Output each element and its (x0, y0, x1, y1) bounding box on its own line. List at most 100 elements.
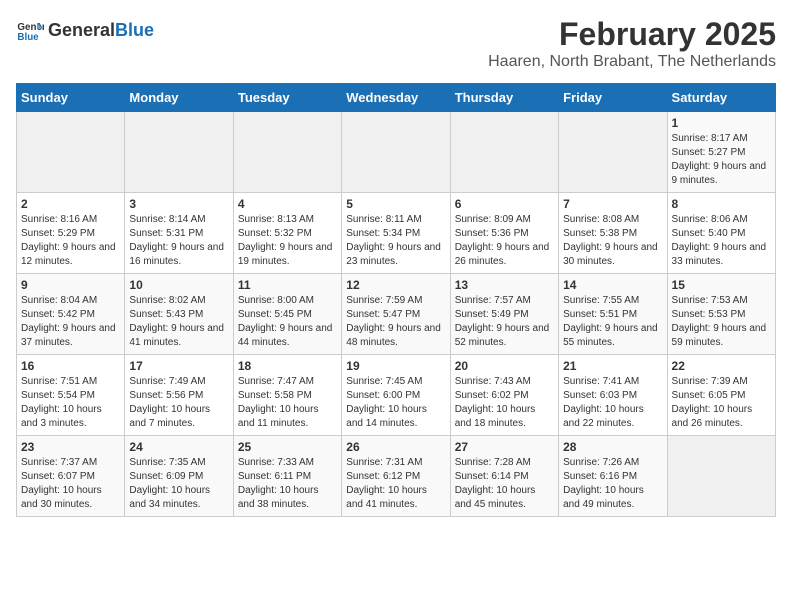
day-cell: 25 Sunrise: 7:33 AM Sunset: 6:11 PM Dayli… (233, 436, 341, 517)
day-info: Sunrise: 7:33 AM Sunset: 6:11 PM Dayligh… (238, 456, 337, 512)
day-info: Sunrise: 7:28 AM Sunset: 6:14 PM Dayligh… (455, 456, 554, 512)
day-cell: 3 Sunrise: 8:14 AM Sunset: 5:31 PM Daylig… (125, 193, 233, 274)
day-cell: 9 Sunrise: 8:04 AM Sunset: 5:42 PM Daylig… (17, 274, 125, 355)
day-info: Sunrise: 7:55 AM Sunset: 5:51 PM Dayligh… (563, 294, 662, 350)
day-cell: 15Sunrise: 7:53 AM Sunset: 5:53 PM Dayli… (667, 274, 775, 355)
day-cell (450, 112, 558, 193)
day-cell: 2 Sunrise: 8:16 AM Sunset: 5:29 PM Daylig… (17, 193, 125, 274)
day-number: 12 (346, 278, 445, 292)
day-cell: 19 Sunrise: 7:45 AM Sunset: 6:00 PM Dayli… (342, 355, 450, 436)
svg-text:Blue: Blue (17, 32, 39, 43)
day-cell: 27 Sunrise: 7:28 AM Sunset: 6:14 PM Dayli… (450, 436, 558, 517)
day-info: Sunrise: 8:11 AM Sunset: 5:34 PM Dayligh… (346, 213, 445, 269)
location: Haaren, North Brabant, The Netherlands (488, 53, 776, 71)
week-row-2: 2 Sunrise: 8:16 AM Sunset: 5:29 PM Daylig… (17, 193, 776, 274)
day-number: 7 (563, 197, 662, 211)
day-cell: 4 Sunrise: 8:13 AM Sunset: 5:32 PM Daylig… (233, 193, 341, 274)
day-cell (342, 112, 450, 193)
day-cell: 23 Sunrise: 7:37 AM Sunset: 6:07 PM Dayli… (17, 436, 125, 517)
day-cell (559, 112, 667, 193)
day-cell: 17Sunrise: 7:49 AM Sunset: 5:56 PM Dayli… (125, 355, 233, 436)
day-cell: 22Sunrise: 7:39 AM Sunset: 6:05 PM Dayli… (667, 355, 775, 436)
week-row-3: 9 Sunrise: 8:04 AM Sunset: 5:42 PM Daylig… (17, 274, 776, 355)
header: General Blue GeneralBlue February 2025 H… (16, 16, 776, 71)
day-info: Sunrise: 7:57 AM Sunset: 5:49 PM Dayligh… (455, 294, 554, 350)
logo: General Blue GeneralBlue (16, 16, 154, 44)
day-number: 14 (563, 278, 662, 292)
day-number: 10 (129, 278, 228, 292)
day-number: 19 (346, 359, 445, 373)
day-cell: 14 Sunrise: 7:55 AM Sunset: 5:51 PM Dayli… (559, 274, 667, 355)
day-cell: 10 Sunrise: 8:02 AM Sunset: 5:43 PM Dayli… (125, 274, 233, 355)
day-number: 11 (238, 278, 337, 292)
day-info: Sunrise: 8:08 AM Sunset: 5:38 PM Dayligh… (563, 213, 662, 269)
day-info: Sunrise: 7:59 AM Sunset: 5:47 PM Dayligh… (346, 294, 445, 350)
day-info: Sunrise: 7:51 AM Sunset: 5:54 PM Dayligh… (21, 375, 120, 431)
month-year: February 2025 (488, 16, 776, 53)
day-info: Sunrise: 8:17 AM Sunset: 5:27 PM Dayligh… (672, 132, 771, 188)
day-info: Sunrise: 8:00 AM Sunset: 5:45 PM Dayligh… (238, 294, 337, 350)
day-cell: 28Sunrise: 7:26 AM Sunset: 6:16 PM Dayli… (559, 436, 667, 517)
day-cell: 6Sunrise: 8:09 AM Sunset: 5:36 PM Daylig… (450, 193, 558, 274)
day-info: Sunrise: 7:43 AM Sunset: 6:02 PM Dayligh… (455, 375, 554, 431)
day-cell: 26Sunrise: 7:31 AM Sunset: 6:12 PM Dayli… (342, 436, 450, 517)
day-cell: 18 Sunrise: 7:47 AM Sunset: 5:58 PM Dayli… (233, 355, 341, 436)
day-number: 24 (129, 440, 228, 454)
calendar: SundayMondayTuesdayWednesdayThursdayFrid… (16, 83, 776, 517)
day-info: Sunrise: 8:04 AM Sunset: 5:42 PM Dayligh… (21, 294, 120, 350)
day-info: Sunrise: 7:37 AM Sunset: 6:07 PM Dayligh… (21, 456, 120, 512)
logo-text-blue: Blue (115, 20, 154, 41)
day-number: 2 (21, 197, 120, 211)
title-area: February 2025 Haaren, North Brabant, The… (488, 16, 776, 71)
day-info: Sunrise: 8:02 AM Sunset: 5:43 PM Dayligh… (129, 294, 228, 350)
day-cell (17, 112, 125, 193)
day-info: Sunrise: 8:16 AM Sunset: 5:29 PM Dayligh… (21, 213, 120, 269)
day-number: 3 (129, 197, 228, 211)
day-cell: 20 Sunrise: 7:43 AM Sunset: 6:02 PM Dayli… (450, 355, 558, 436)
day-info: Sunrise: 7:45 AM Sunset: 6:00 PM Dayligh… (346, 375, 445, 431)
weekday-header-saturday: Saturday (667, 84, 775, 112)
day-cell: 8 Sunrise: 8:06 AM Sunset: 5:40 PM Daylig… (667, 193, 775, 274)
day-info: Sunrise: 8:14 AM Sunset: 5:31 PM Dayligh… (129, 213, 228, 269)
day-info: Sunrise: 7:31 AM Sunset: 6:12 PM Dayligh… (346, 456, 445, 512)
weekday-header-row: SundayMondayTuesdayWednesdayThursdayFrid… (17, 84, 776, 112)
day-number: 27 (455, 440, 554, 454)
day-info: Sunrise: 7:26 AM Sunset: 6:16 PM Dayligh… (563, 456, 662, 512)
day-cell: 13Sunrise: 7:57 AM Sunset: 5:49 PM Dayli… (450, 274, 558, 355)
day-number: 20 (455, 359, 554, 373)
day-number: 1 (672, 116, 771, 130)
day-number: 18 (238, 359, 337, 373)
day-number: 8 (672, 197, 771, 211)
day-cell: 24 Sunrise: 7:35 AM Sunset: 6:09 PM Dayli… (125, 436, 233, 517)
day-number: 5 (346, 197, 445, 211)
week-row-5: 23 Sunrise: 7:37 AM Sunset: 6:07 PM Dayli… (17, 436, 776, 517)
day-info: Sunrise: 7:53 AM Sunset: 5:53 PM Dayligh… (672, 294, 771, 350)
day-cell (233, 112, 341, 193)
day-info: Sunrise: 7:47 AM Sunset: 5:58 PM Dayligh… (238, 375, 337, 431)
day-cell: 11 Sunrise: 8:00 AM Sunset: 5:45 PM Dayli… (233, 274, 341, 355)
day-cell: 12 Sunrise: 7:59 AM Sunset: 5:47 PM Dayli… (342, 274, 450, 355)
day-info: Sunrise: 8:06 AM Sunset: 5:40 PM Dayligh… (672, 213, 771, 269)
day-cell: 16 Sunrise: 7:51 AM Sunset: 5:54 PM Dayli… (17, 355, 125, 436)
week-row-1: 1 Sunrise: 8:17 AM Sunset: 5:27 PM Daylig… (17, 112, 776, 193)
day-number: 23 (21, 440, 120, 454)
day-number: 16 (21, 359, 120, 373)
weekday-header-friday: Friday (559, 84, 667, 112)
weekday-header-thursday: Thursday (450, 84, 558, 112)
day-cell: 5 Sunrise: 8:11 AM Sunset: 5:34 PM Daylig… (342, 193, 450, 274)
day-info: Sunrise: 8:09 AM Sunset: 5:36 PM Dayligh… (455, 213, 554, 269)
week-row-4: 16 Sunrise: 7:51 AM Sunset: 5:54 PM Dayli… (17, 355, 776, 436)
day-cell: 21 Sunrise: 7:41 AM Sunset: 6:03 PM Dayli… (559, 355, 667, 436)
day-info: Sunrise: 7:35 AM Sunset: 6:09 PM Dayligh… (129, 456, 228, 512)
day-info: Sunrise: 7:41 AM Sunset: 6:03 PM Dayligh… (563, 375, 662, 431)
day-cell (125, 112, 233, 193)
day-number: 9 (21, 278, 120, 292)
day-number: 17 (129, 359, 228, 373)
logo-text-general: General (48, 20, 115, 41)
day-info: Sunrise: 8:13 AM Sunset: 5:32 PM Dayligh… (238, 213, 337, 269)
day-cell (667, 436, 775, 517)
day-number: 4 (238, 197, 337, 211)
day-number: 21 (563, 359, 662, 373)
day-number: 25 (238, 440, 337, 454)
day-number: 22 (672, 359, 771, 373)
